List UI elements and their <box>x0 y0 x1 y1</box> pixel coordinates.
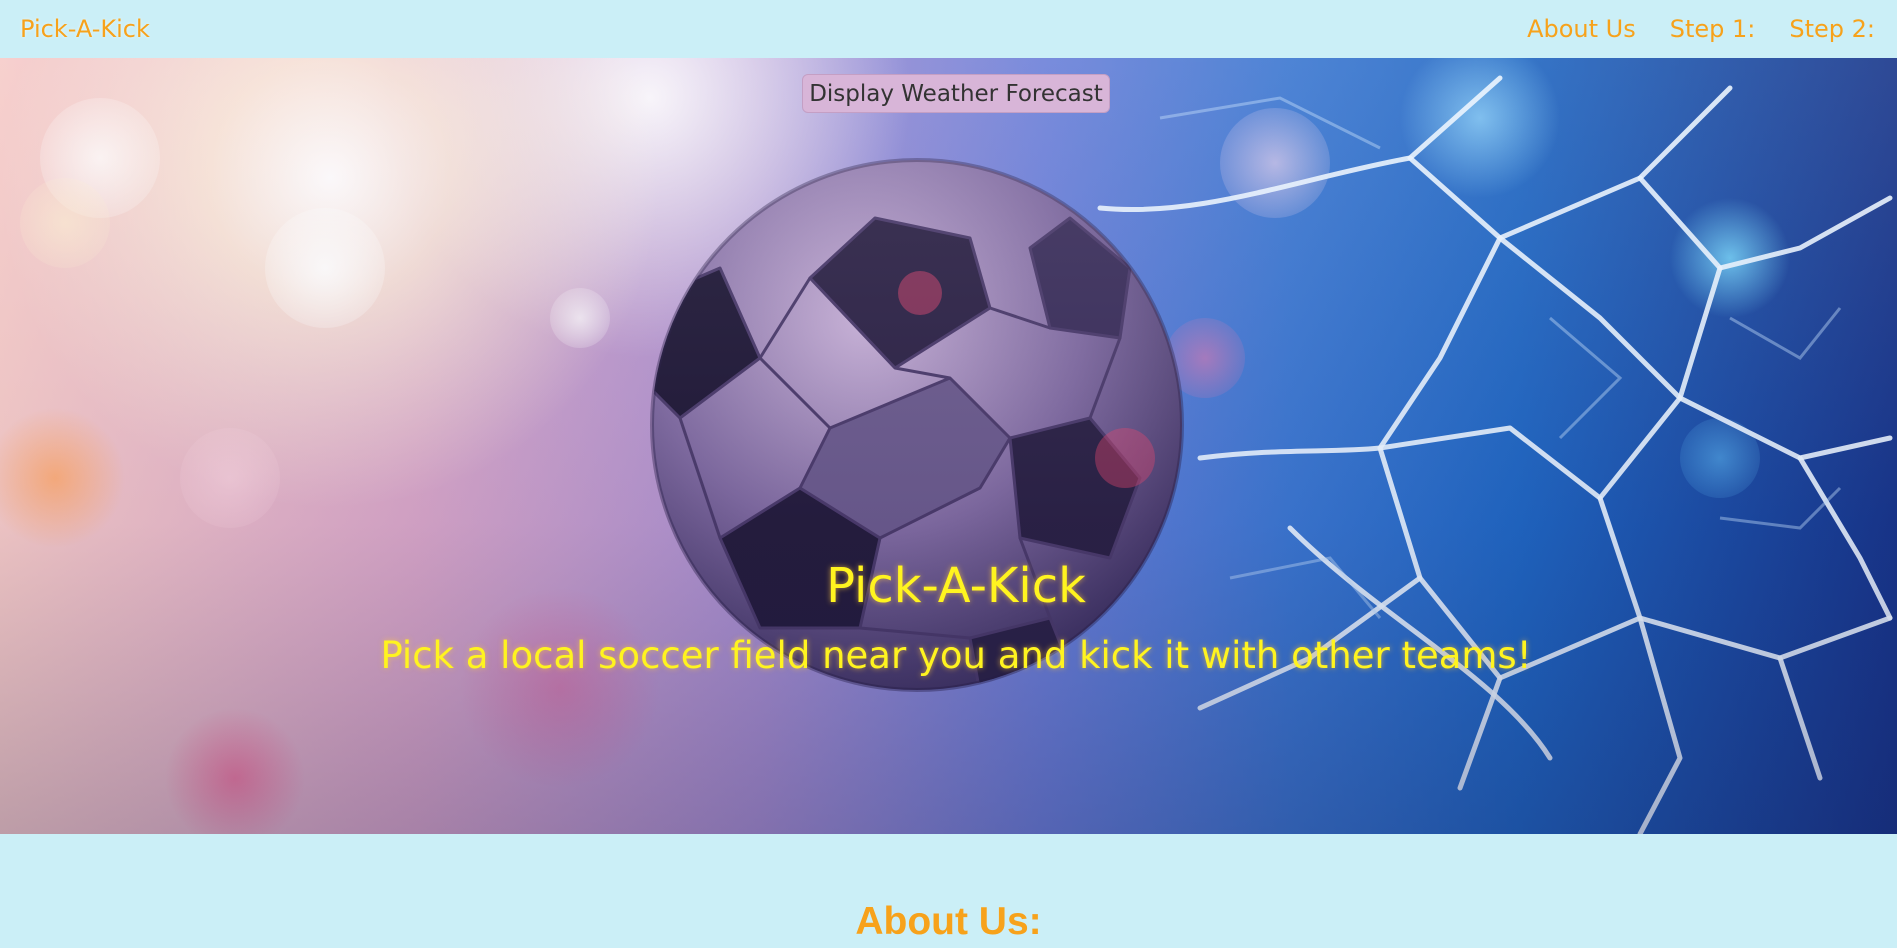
bokeh-light <box>550 288 610 348</box>
navbar: Pick-A-Kick About Us Step 1: Step 2: <box>0 0 1897 58</box>
nav-link-about-us[interactable]: About Us <box>1527 15 1636 43</box>
bokeh-light <box>180 428 280 528</box>
hero-subtitle: Pick a local soccer field near you and k… <box>380 634 1532 677</box>
nav-link-step-2[interactable]: Step 2: <box>1789 15 1875 43</box>
weather-forecast-button[interactable]: Display Weather Forecast <box>802 74 1110 113</box>
hero-title: Pick-A-Kick <box>826 558 1086 614</box>
bokeh-light <box>20 178 110 268</box>
nav-links: About Us Step 1: Step 2: <box>1527 15 1875 43</box>
goal-net-icon <box>1097 75 1893 834</box>
brand-link[interactable]: Pick-A-Kick <box>20 15 150 43</box>
bokeh-light <box>40 98 160 218</box>
bokeh-light <box>265 208 385 328</box>
hero-banner: Display Weather Forecast Pick-A-Kick Pic… <box>0 58 1897 834</box>
about-us-heading: About Us: <box>855 900 1042 943</box>
nav-link-step-1[interactable]: Step 1: <box>1670 15 1756 43</box>
